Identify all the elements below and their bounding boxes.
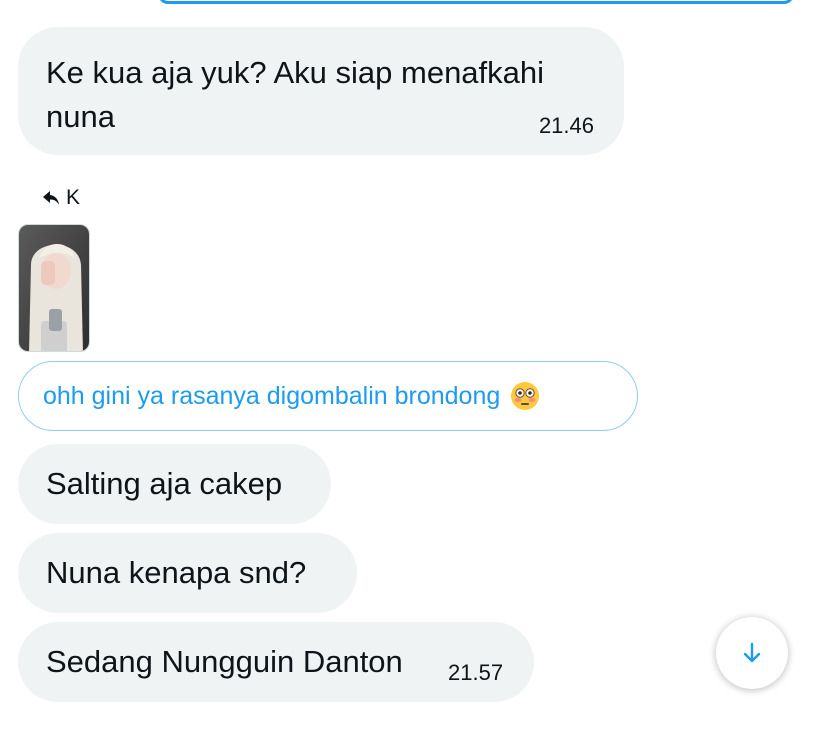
reply-arrow-icon — [43, 191, 59, 205]
message-bubble[interactable]: Nuna kenapa snd? — [18, 533, 357, 613]
flushed-face-emoji — [511, 382, 540, 410]
message-text: Ke kua aja yuk? Aku siap menafkahi nuna — [46, 55, 545, 134]
scroll-to-bottom-button[interactable] — [716, 617, 788, 689]
message-text: Sedang Nungguin Danton — [46, 644, 403, 679]
message-bubble[interactable]: Sedang Nungguin Danton 21.57 — [18, 622, 534, 702]
photo-image — [19, 225, 89, 351]
media-thumbnail[interactable] — [18, 224, 90, 352]
reply-quote-text: ohh gini ya rasanya digombalin brondong — [43, 381, 501, 410]
message-timestamp: 21.57 — [448, 660, 504, 685]
message-bubble[interactable]: Ke kua aja yuk? Aku siap menafkahi nuna … — [18, 27, 624, 155]
message-text: Nuna kenapa snd? — [46, 555, 307, 590]
reply-label: K — [66, 186, 81, 209]
arrow-down-icon — [743, 642, 761, 663]
reply-indicator: K — [42, 186, 80, 210]
reply-quote[interactable]: ohh gini ya rasanya digombalin brondong — [18, 361, 638, 431]
message-bubble[interactable]: Salting aja cakep — [18, 444, 331, 524]
message-text: Salting aja cakep — [46, 466, 283, 501]
previous-element-edge — [158, 0, 794, 4]
message-timestamp: 21.46 — [538, 113, 594, 138]
